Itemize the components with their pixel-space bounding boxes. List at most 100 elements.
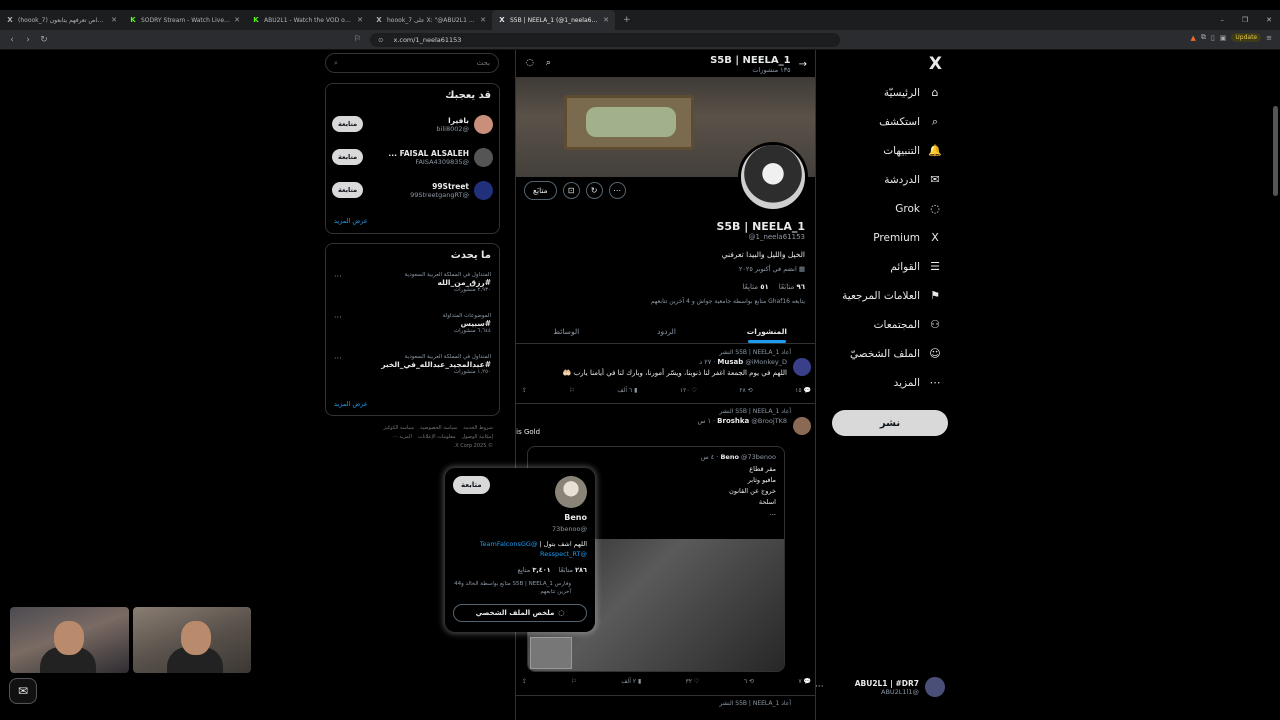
hovercard-bio-link[interactable]: @TeamFalconsGG: [480, 540, 538, 548]
like-action[interactable]: ♡ ٣٢: [686, 678, 700, 685]
show-more-link[interactable]: عرض المزيد: [334, 400, 368, 408]
views-action[interactable]: ▮ ٦ آلف: [617, 387, 637, 394]
more-dots-icon[interactable]: ···: [334, 354, 342, 363]
site-info-icon[interactable]: ⊙: [378, 36, 383, 44]
hovercard-following[interactable]: ٢٨٦ متابَعًا: [559, 566, 587, 574]
menu-icon[interactable]: ≡: [1266, 34, 1272, 42]
nav-item[interactable]: 🔔 التنبيهات: [883, 144, 942, 157]
trend-item[interactable]: المتداول في المملكة العربية السعودية #عبد…: [326, 354, 499, 375]
suggested-avatar[interactable]: [474, 147, 493, 167]
wallet-icon[interactable]: ▣: [1220, 34, 1227, 42]
nav-item[interactable]: ⌕ استكشف: [879, 115, 942, 129]
browser-tab[interactable]: K ABU2L1 - Watch the VOD on Kick ✕: [246, 10, 369, 30]
like-action[interactable]: ♡ ١٢٠: [680, 387, 697, 394]
followed-by-text[interactable]: يتابعه Ghaf16 متابع بواسطة جامعية جواش و…: [651, 298, 805, 305]
nav-item[interactable]: ☰ القوائم: [890, 260, 942, 273]
nav-item[interactable]: ⋯ المزيد: [894, 376, 942, 389]
who-to-follow-item[interactable]: بافيرا @bili8002 متابعة: [326, 111, 499, 137]
profile-avatar[interactable]: [738, 142, 808, 212]
following-button[interactable]: متابَع: [524, 181, 557, 200]
footer-link[interactable]: سياسة الخصوصية: [420, 424, 457, 433]
show-more-link[interactable]: عرض المزيد: [334, 217, 368, 225]
who-to-follow-item[interactable]: FAISAL ALSALEH ... @FAISA4309835 متابعة: [326, 144, 499, 170]
bookmark-icon[interactable]: ⚐: [571, 678, 576, 685]
nav-item[interactable]: ◌ Grok: [895, 202, 942, 215]
footer-link[interactable]: معلومات الإعلانات: [418, 433, 456, 442]
browser-tab[interactable]: K SODRY Stream - Watch Live on Kick ✕: [123, 10, 246, 30]
sidebar-icon[interactable]: ▯: [1211, 34, 1215, 42]
notify-icon[interactable]: ⊡: [562, 182, 580, 199]
hovercard-follow-button[interactable]: متابعة: [453, 476, 490, 494]
reply-action[interactable]: 💬 ٧: [798, 678, 811, 685]
tab-replies[interactable]: الردود: [616, 320, 716, 343]
following-stat[interactable]: ٩٦ متابَعًا: [779, 283, 805, 291]
url-field[interactable]: ⊙ x.com/1_neela61153: [370, 33, 840, 47]
nav-item[interactable]: ⌂ الرئيسيّة: [884, 86, 942, 99]
quote-media-thumbnail[interactable]: [530, 636, 572, 669]
share-icon[interactable]: ⇪: [522, 387, 527, 394]
grok-icon[interactable]: ◌: [526, 58, 534, 68]
page-scrollbar[interactable]: [1273, 106, 1278, 196]
hovercard-followers[interactable]: ٣,٤٠١ متابِع: [518, 566, 551, 574]
post-avatar[interactable]: [793, 358, 811, 376]
minimize-icon[interactable]: –: [1220, 16, 1224, 24]
tab-media[interactable]: الوسائط: [516, 320, 616, 343]
repost-action[interactable]: ⟲ ٦: [744, 678, 754, 685]
post-item[interactable]: أعاد S5B | NEELA_1 النشر Musab @iMonkey_…: [516, 345, 815, 404]
forward-icon[interactable]: ›: [20, 35, 36, 45]
trend-item[interactable]: المتداول في المملكة العربية السعودية #رزق…: [326, 272, 499, 293]
footer-link[interactable]: إمكانية الوصول: [462, 433, 493, 442]
suggested-avatar[interactable]: [474, 114, 493, 134]
search-icon[interactable]: ⌕: [546, 58, 551, 68]
nav-item[interactable]: ⚇ المجتمعات: [874, 318, 942, 331]
back-icon[interactable]: ‹: [4, 35, 20, 45]
browser-tab[interactable]: X S5B | NEELA_1 (@1_neela61153 ✕: [492, 10, 615, 30]
bookmark-icon[interactable]: ⚐: [570, 387, 575, 394]
trend-item[interactable]: الموضوعات المتداولة #سبيس ٦,٦٤٤ منشورات ···: [326, 313, 499, 334]
reload-icon[interactable]: ↻: [36, 35, 52, 45]
brave-shield-icon[interactable]: ▲: [1191, 34, 1196, 42]
maximize-icon[interactable]: ❐: [1242, 16, 1248, 24]
footer-link[interactable]: شروط الخدمة: [463, 424, 493, 433]
more-dots-icon[interactable]: ···: [815, 682, 824, 692]
tab-close-icon[interactable]: ✕: [603, 16, 609, 24]
close-window-icon[interactable]: ✕: [1266, 16, 1272, 24]
more-dots-icon[interactable]: ···: [334, 272, 342, 281]
post-item[interactable]: أعاد S5B | NEELA_1 النشر: [516, 696, 815, 720]
tab-close-icon[interactable]: ✕: [357, 16, 363, 24]
footer-link[interactable]: المزيد ···: [393, 433, 412, 442]
account-switcher[interactable]: ABU2L1 | #DR7 @ABU2L1l1 ···: [815, 676, 945, 698]
who-to-follow-item[interactable]: 99Street @99StreetgangRT متابعة: [326, 177, 499, 203]
post-avatar[interactable]: [793, 417, 811, 435]
extension-icon[interactable]: ⧉: [1201, 33, 1206, 42]
tab-posts[interactable]: المنشورات: [717, 320, 815, 343]
grok-analyze-icon[interactable]: ↻: [585, 182, 603, 199]
suggested-avatar[interactable]: [474, 180, 493, 200]
tab-close-icon[interactable]: ✕: [480, 16, 486, 24]
tab-close-icon[interactable]: ✕: [111, 16, 117, 24]
quote-author[interactable]: Beno: [720, 453, 738, 461]
nav-item[interactable]: ☺ الملف الشخصيّ: [850, 347, 942, 360]
reply-action[interactable]: 💬 ١٥: [795, 387, 811, 394]
browser-tab[interactable]: X (hoook_7) أشخاص تعرفهم يتابعون / X✕: [0, 10, 123, 30]
post-author[interactable]: Musab: [717, 358, 743, 366]
nav-item[interactable]: ⚑ العلامات المرجعية: [842, 289, 942, 302]
search-input[interactable]: بحث ⌕: [325, 53, 499, 73]
nav-item[interactable]: ✉ الدردشة: [884, 173, 942, 186]
hovercard-bio-link[interactable]: @Resspect_RT: [540, 550, 587, 558]
new-tab-button[interactable]: +: [615, 15, 639, 25]
nav-item[interactable]: X Premium: [873, 231, 942, 244]
followers-stat[interactable]: ٥١ متابِعًا: [743, 283, 769, 291]
bookmark-page-icon[interactable]: ⚐: [354, 34, 361, 43]
more-icon[interactable]: ⋯: [608, 182, 626, 199]
views-action[interactable]: ▮ ٢ آلف: [621, 678, 641, 685]
share-icon[interactable]: ⇪: [522, 678, 527, 685]
follow-button[interactable]: متابعة: [332, 149, 364, 165]
post-button[interactable]: نشر: [832, 410, 948, 436]
hovercard-avatar[interactable]: [555, 476, 587, 508]
x-logo-icon[interactable]: X: [929, 54, 942, 74]
footer-link[interactable]: سياسة الكوكيز: [384, 424, 415, 433]
back-arrow-icon[interactable]: →: [799, 59, 807, 70]
messages-drawer-icon[interactable]: ✉: [9, 678, 37, 704]
repost-action[interactable]: ⟲ ٢٨: [739, 387, 752, 394]
